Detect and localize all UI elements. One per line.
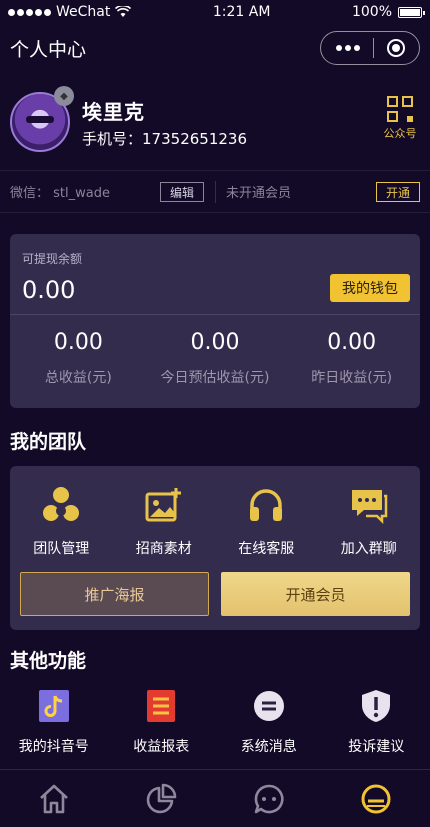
tab-stats[interactable] (108, 782, 216, 816)
image-add-icon (145, 488, 181, 522)
message-icon (253, 691, 284, 721)
profile-icon (361, 784, 391, 813)
edit-button[interactable]: 编辑 (160, 182, 204, 202)
home-icon (39, 784, 68, 813)
avatar-badge-icon: ◆ (54, 86, 74, 106)
stat-yesterday: 0.00 昨日收益(元) (283, 330, 420, 387)
other-grid: 我的抖音号 收益报表 系统消息 投诉建议 (0, 688, 430, 756)
tiktok-icon (38, 690, 69, 722)
team-item-label: 在线客服 (238, 541, 295, 557)
other-item-label: 投诉建议 (348, 739, 405, 755)
wechat-label: 微信： (10, 185, 50, 201)
stat-today: 0.00 今日预估收益(元) (147, 330, 284, 387)
member-status: 未开通会员 (226, 185, 292, 201)
other-item-messages[interactable]: 系统消息 (215, 688, 323, 756)
stat-total: 0.00 总收益(元) (10, 330, 147, 387)
nav-bar: 个人中心 (0, 24, 430, 72)
info-divider (215, 181, 216, 203)
capsule-divider (372, 38, 374, 58)
tab-messages[interactable] (215, 782, 323, 816)
close-target-icon[interactable] (386, 39, 405, 57)
team-item-group-chat[interactable]: 加入群聊 (318, 486, 421, 558)
open-membership-button[interactable]: 开通 (376, 182, 420, 202)
stat-value: 0.00 (190, 330, 240, 355)
official-account-button[interactable]: 公众号 (380, 96, 420, 141)
team-item-materials[interactable]: 招商素材 (113, 486, 216, 558)
other-item-label: 我的抖音号 (18, 739, 89, 755)
team-icon (43, 487, 80, 521)
report-icon (147, 690, 176, 722)
status-left: WeChat (8, 4, 132, 20)
qr-label: 公众号 (383, 127, 417, 140)
other-item-label: 收益报表 (133, 739, 190, 755)
info-row: 微信： stl_wade 编辑 未开通会员 开通 (0, 172, 430, 210)
pie-chart-icon (147, 783, 177, 813)
page-title: 个人中心 (10, 38, 87, 61)
other-item-complaints[interactable]: 投诉建议 (323, 688, 430, 756)
status-bar: WeChat 1:21 AM 100% (0, 0, 430, 24)
more-options-icon[interactable] (335, 45, 360, 51)
tab-bar (0, 769, 430, 827)
tab-profile[interactable] (323, 782, 430, 816)
team-section-title: 我的团队 (10, 431, 87, 453)
phone-label: 手机号： (82, 130, 143, 148)
status-time: 1:21 AM (212, 4, 271, 20)
stat-label: 昨日收益(元) (311, 370, 393, 386)
promo-poster-button[interactable]: 推广海报 (20, 572, 209, 616)
team-item-label: 招商素材 (135, 541, 192, 557)
battery-percent: 100% (351, 4, 392, 20)
team-item-support[interactable]: 在线客服 (215, 486, 318, 558)
stat-label: 今日预估收益(元) (160, 370, 270, 386)
chat-bubble-icon (254, 784, 284, 813)
balance-card: 可提现余额 0.00 我的钱包 0.00 总收益(元) 0.00 今日预估收益(… (10, 234, 420, 408)
balance-label: 可提现余额 (22, 252, 83, 266)
team-item-management[interactable]: 团队管理 (10, 486, 113, 558)
team-card: 团队管理 招商素材 在线客服 加入群聊 推广海报 开通会员 (10, 466, 420, 630)
wechat-id: stl_wade (53, 185, 110, 201)
status-right: 100% (351, 4, 425, 20)
team-grid: 团队管理 招商素材 在线客服 加入群聊 (10, 486, 420, 558)
headset-icon (250, 489, 283, 521)
chat-icon (351, 490, 387, 524)
phone-number: 17352651236 (142, 130, 247, 148)
carrier-label: WeChat (56, 4, 111, 20)
balance-amount: 0.00 (22, 276, 76, 304)
wechat-info: 微信： stl_wade (10, 182, 110, 201)
tab-home[interactable] (0, 782, 108, 816)
divider (0, 170, 430, 171)
stat-value: 0.00 (327, 330, 377, 355)
my-wallet-button[interactable]: 我的钱包 (330, 274, 410, 302)
other-item-report[interactable]: 收益报表 (108, 688, 216, 756)
other-section-title: 其他功能 (10, 650, 87, 672)
shield-alert-icon (362, 690, 391, 722)
stat-value: 0.00 (53, 330, 103, 355)
other-item-label: 系统消息 (240, 739, 297, 755)
open-member-button[interactable]: 开通会员 (221, 572, 410, 616)
stat-label: 总收益(元) (44, 370, 112, 386)
signal-icon (8, 8, 51, 16)
qr-code-icon (387, 96, 413, 122)
user-name: 埃里克 (82, 100, 145, 124)
balance-divider (10, 314, 420, 315)
divider (0, 212, 430, 213)
other-item-tiktok[interactable]: 我的抖音号 (0, 688, 108, 756)
mini-program-capsule (320, 31, 420, 65)
team-item-label: 加入群聊 (340, 541, 397, 557)
team-item-label: 团队管理 (33, 541, 90, 557)
battery-icon (398, 6, 425, 18)
user-phone: 手机号：17352651236 (82, 128, 247, 149)
earnings-stats: 0.00 总收益(元) 0.00 今日预估收益(元) 0.00 昨日收益(元) (10, 330, 420, 387)
wifi-icon (115, 6, 132, 17)
profile-header: ◆ 埃里克 手机号：17352651236 公众号 (0, 86, 430, 166)
